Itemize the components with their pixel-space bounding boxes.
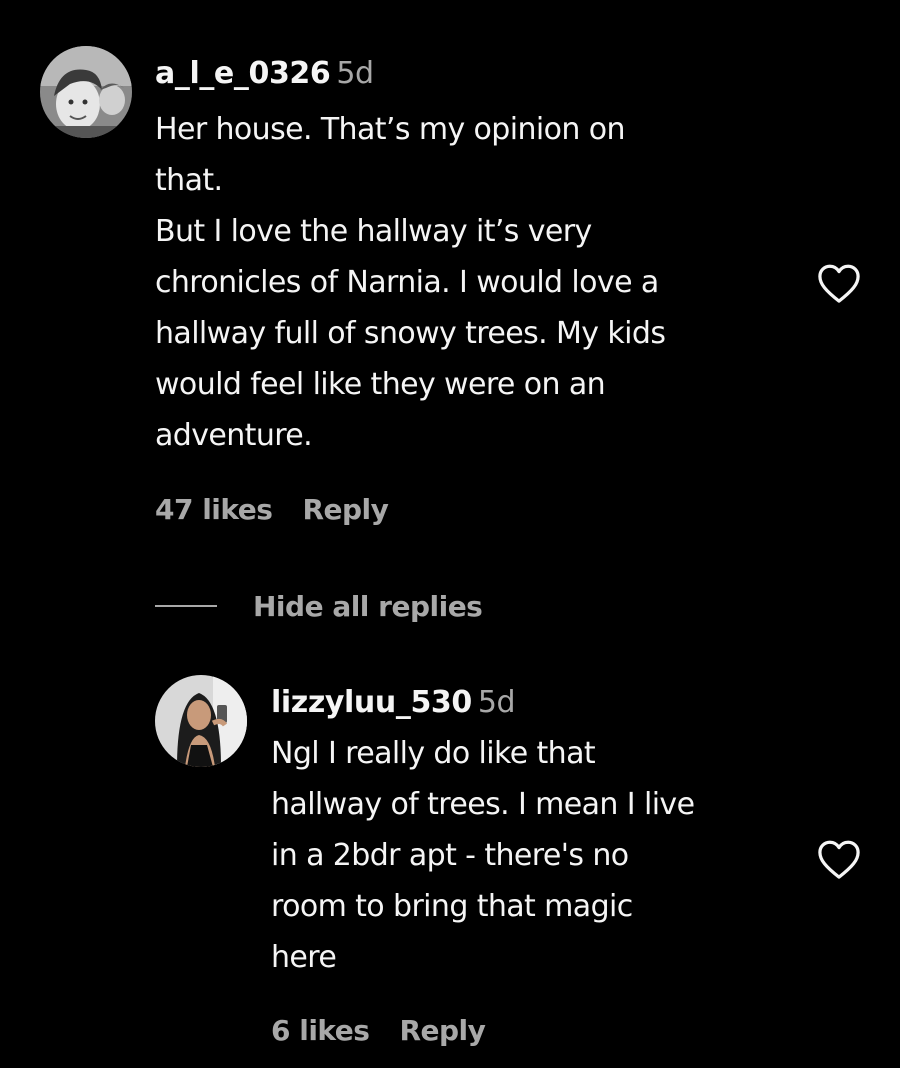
comment-text-line: here: [271, 940, 337, 975]
hide-replies-toggle[interactable]: Hide all replies: [155, 586, 483, 626]
comment-text-line: hallway full of snowy trees. My kids: [155, 316, 666, 351]
comment-text-line: chronicles of Narnia. I would love a: [155, 265, 659, 300]
comment-text-line: But I love the hallway it’s very: [155, 214, 592, 249]
likes-count[interactable]: 6 likes: [271, 1014, 370, 1048]
reply-button[interactable]: Reply: [302, 493, 388, 527]
comment-text-line: adventure.: [155, 418, 313, 453]
comment-text: Her house. That’s my opinion on that. Bu…: [155, 104, 666, 461]
comment-text-line: would feel like they were on an: [155, 367, 606, 402]
comment-actions: 6 likes Reply: [271, 1014, 486, 1048]
username[interactable]: a_l_e_0326: [155, 56, 331, 91]
likes-count[interactable]: 47 likes: [155, 493, 273, 527]
comment-text-line: hallway of trees. I mean I live: [271, 787, 695, 822]
comment-header: a_l_e_0326 5d: [155, 56, 374, 92]
avatar[interactable]: [40, 46, 132, 138]
avatar[interactable]: [155, 675, 247, 767]
heart-outline-icon[interactable]: [816, 262, 862, 304]
comment-text-line: room to bring that magic: [271, 889, 633, 924]
comment-text-line: in a 2bdr apt - there's no: [271, 838, 629, 873]
divider: [155, 605, 217, 607]
avatar-photo: [40, 46, 132, 138]
comment-item: a_l_e_0326 5d Her house. That’s my opinio…: [0, 0, 900, 560]
comment-text-line: Her house. That’s my opinion on: [155, 112, 625, 147]
comment-text-line: Ngl I really do like that: [271, 736, 596, 771]
comment-text-line: that.: [155, 163, 223, 198]
timestamp: 5d: [336, 56, 374, 91]
heart-outline-icon[interactable]: [816, 838, 862, 880]
comment-text: Ngl I really do like that hallway of tre…: [271, 728, 695, 983]
hide-replies-label[interactable]: Hide all replies: [253, 590, 483, 623]
reply-item: lizzyluu_530 5d Ngl I really do like that…: [0, 660, 900, 1068]
username[interactable]: lizzyluu_530: [271, 685, 472, 720]
comment-actions: 47 likes Reply: [155, 493, 389, 527]
avatar-photo: [155, 675, 247, 767]
timestamp: 5d: [477, 685, 516, 720]
reply-button[interactable]: Reply: [399, 1014, 485, 1048]
comment-header: lizzyluu_530 5d: [271, 685, 516, 721]
